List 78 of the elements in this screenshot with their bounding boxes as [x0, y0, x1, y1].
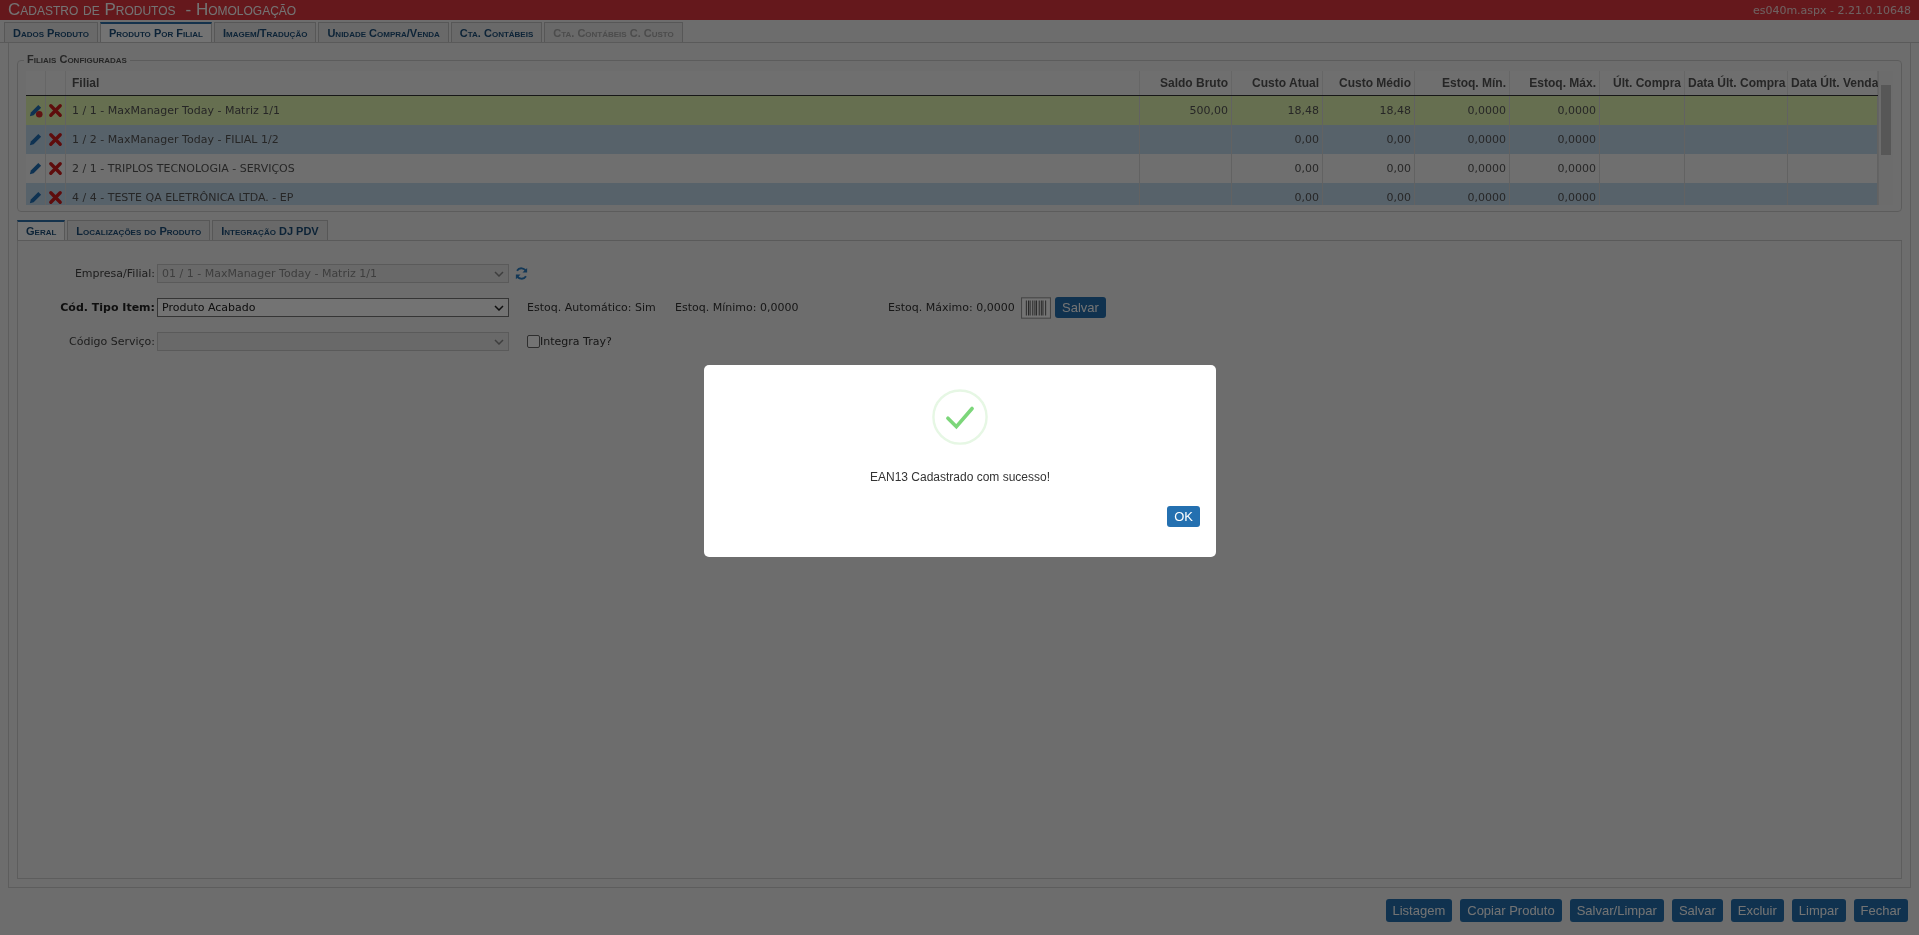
checkbox[interactable] [527, 335, 540, 348]
tab[interactable]: Produto Por Filial [100, 22, 212, 42]
table-row[interactable]: 1 / 2 - MaxManager Today - FILIAL 1/2 0,00 0,00 0,0000 0,0000 [26, 125, 1878, 154]
delete-icon[interactable] [48, 190, 63, 205]
column-header: Data Últ. Venda [1791, 76, 1878, 90]
table-cell: 0,0000 [1467, 191, 1506, 204]
table-cell: 18,48 [1287, 104, 1319, 117]
column-header: Saldo Bruto [1160, 76, 1228, 90]
tab[interactable]: Cta. Contábeis [450, 22, 543, 42]
auto-stock-text: Estoq. Automático: Sim [527, 301, 657, 314]
action-button[interactable]: Limpar [1791, 899, 1846, 922]
min-stock-text: Estoq. Mínimo: 0,0000 [675, 301, 800, 314]
save-button[interactable]: Salvar [1055, 297, 1106, 318]
delete-icon[interactable] [48, 103, 63, 118]
field-label: Cód. Tipo Item: [59, 301, 156, 314]
window-title: Cadastro de Produtos [8, 0, 176, 20]
column-header: Estoq. Máx. [1529, 76, 1596, 90]
table-cell: 1 / 1 - MaxManager Today - Matriz 1/1 [72, 104, 280, 117]
table-cell: 0,00 [1294, 162, 1319, 175]
pencil-icon[interactable] [28, 161, 43, 176]
max-stock-text: Estoq. Máximo: 0,0000 [888, 301, 1016, 314]
tab[interactable]: Integração DJ PDV [212, 220, 328, 240]
table-cell: 1 / 2 - MaxManager Today - FILIAL 1/2 [72, 133, 279, 146]
tab[interactable]: Imagem/Tradução [214, 22, 317, 42]
barcode-icon[interactable] [1021, 296, 1051, 319]
table-cell: 4 / 4 - TESTE QA ELETRÔNICA LTDA. - EP [72, 191, 294, 204]
delete-icon[interactable] [48, 132, 63, 147]
column-header: Custo Médio [1339, 76, 1411, 90]
refresh-icon[interactable] [514, 266, 529, 281]
pencil-icon[interactable] [28, 190, 43, 205]
column-header: Custo Atual [1252, 76, 1319, 90]
pencil-badge-icon[interactable] [28, 103, 43, 118]
dialog-message: EAN13 Cadastrado com sucesso! [869, 470, 1051, 484]
select-field[interactable]: Produto Acabado [157, 298, 509, 317]
environment-label: - Homologação [185, 0, 297, 20]
checkbox-label[interactable]: Integra Tray? [540, 335, 612, 348]
table-cell: 500,00 [1189, 104, 1228, 117]
table-row[interactable]: 1 / 1 - MaxManager Today - Matriz 1/1 500,00 18,48 18,48 0,0000 0,0000 [26, 96, 1878, 125]
chevron-down-icon [494, 304, 504, 311]
chevron-down-icon [494, 338, 504, 345]
tab[interactable]: Localizações do Produto [67, 220, 211, 240]
tab[interactable]: Unidade Compra/Venda [318, 22, 449, 42]
table-cell: 0,0000 [1557, 191, 1596, 204]
table-cell: 0,00 [1386, 133, 1411, 146]
delete-icon[interactable] [48, 161, 63, 176]
action-button[interactable]: Listagem [1385, 899, 1453, 922]
action-button[interactable]: Excluir [1730, 899, 1784, 922]
column-header: Filial [72, 76, 100, 90]
action-button[interactable]: Copiar Produto [1460, 899, 1562, 922]
action-button[interactable]: Salvar [1671, 899, 1723, 922]
table-row[interactable]: 4 / 4 - TESTE QA ELETRÔNICA LTDA. - EP 0,00 0,00 0,0000 0,0000 [26, 183, 1878, 205]
field-label: Empresa/Filial: [73, 267, 156, 280]
table-cell: 0,00 [1386, 191, 1411, 204]
table-cell: 0,0000 [1557, 133, 1596, 146]
table-cell: 0,00 [1294, 133, 1319, 146]
tab[interactable]: Dados Produto [4, 22, 98, 42]
table-cell: 0,00 [1386, 162, 1411, 175]
column-header: Estoq. Mín. [1442, 76, 1506, 90]
page-info: es040m.aspx - 2.21.0.10648 [1752, 3, 1911, 17]
checkmark-icon [931, 388, 989, 446]
table-cell: 0,0000 [1557, 162, 1596, 175]
table-cell: 0,00 [1294, 191, 1319, 204]
action-button[interactable]: Fechar [1853, 899, 1908, 922]
table-cell: 0,0000 [1557, 104, 1596, 117]
table-cell: 2 / 1 - TRIPLOS TECNOLOGIA - SERVIÇOS [72, 162, 295, 175]
column-header: Data Últ. Compra [1688, 76, 1786, 90]
action-button[interactable]: Salvar/Limpar [1569, 899, 1664, 922]
ok-button[interactable]: OK [1167, 506, 1200, 527]
table-cell: 18,48 [1379, 104, 1411, 117]
fieldset-legend: Filiais Configuradas [24, 53, 130, 65]
table-cell: 0,0000 [1467, 104, 1506, 117]
pencil-icon[interactable] [28, 132, 43, 147]
field-label: Código Serviço: [68, 335, 156, 348]
chevron-down-icon [494, 270, 504, 277]
table-cell: 0,0000 [1467, 133, 1506, 146]
table-cell: 0,0000 [1467, 162, 1506, 175]
column-header: Últ. Compra [1613, 76, 1681, 90]
tab[interactable]: Geral [17, 220, 66, 240]
